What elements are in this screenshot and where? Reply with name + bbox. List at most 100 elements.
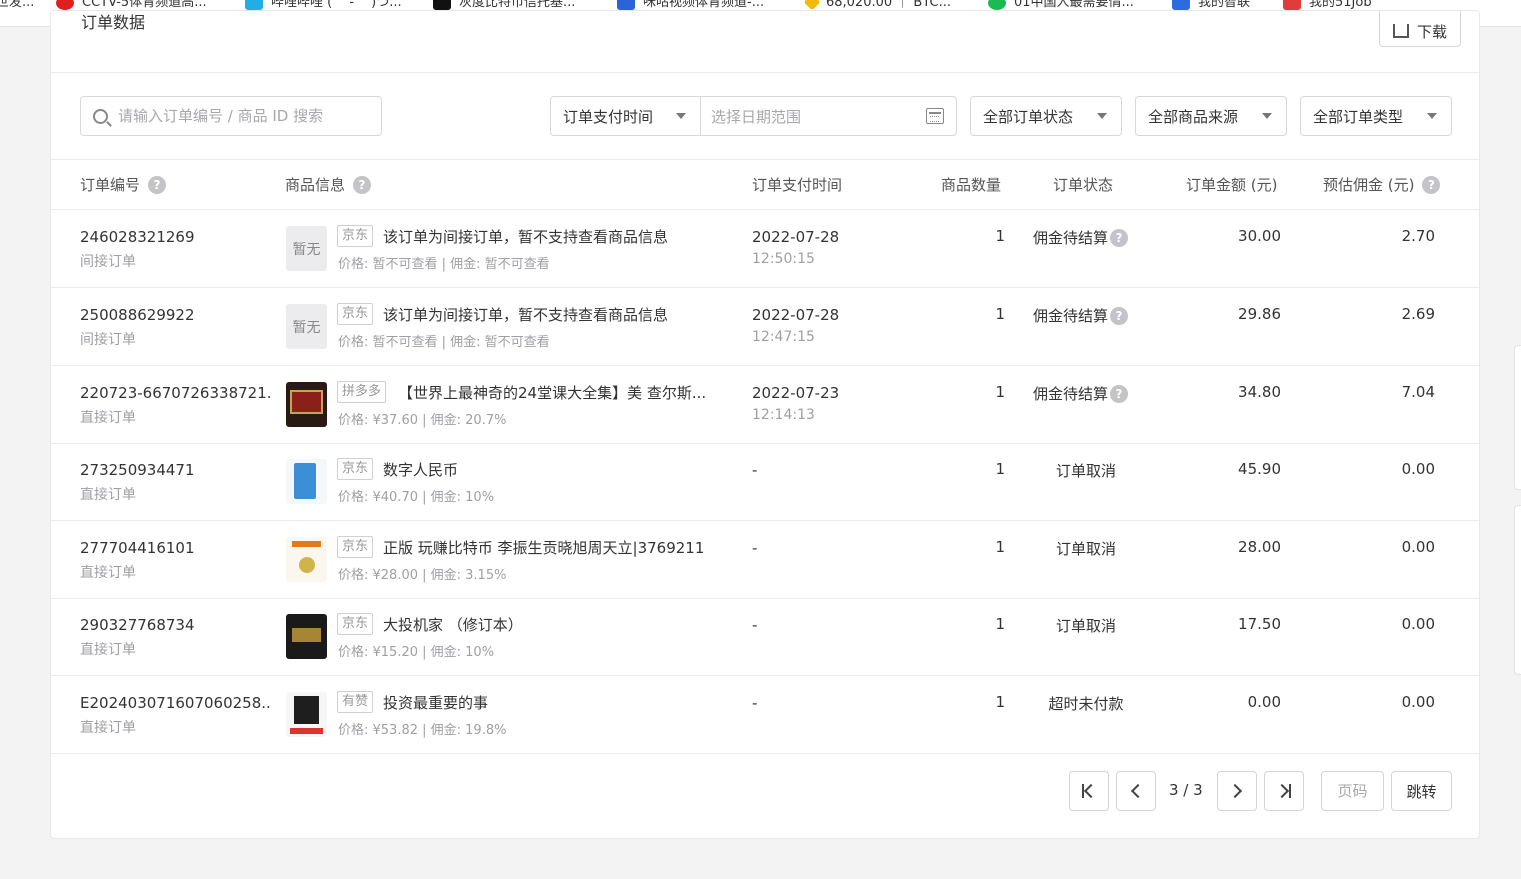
source-tag: 拼多多 [337,381,387,403]
col-label: 订单支付时间 [752,176,843,194]
estimated-commission: 0.00 [1401,538,1435,556]
bookmark-label: 我的51Job [1309,0,1372,10]
order-id: 290327768734 [80,616,195,634]
quantity: 1 [995,305,1005,323]
product-thumbnail: 暂无 [286,304,327,349]
table-row: E202403071607060258... 直接订单 有赞 投资最重要的事 价… [51,676,1479,754]
product-name[interactable]: 投资最重要的事 [383,692,703,714]
caret-down-icon [1097,113,1107,119]
next-page-button[interactable] [1217,771,1257,811]
pay-time: 12:14:13 [752,407,815,423]
col-pay-time: 订单支付时间 [752,160,842,210]
col-commission: 预估佣金 (元) ? [1323,160,1441,210]
order-type: 直接订单 [80,487,136,503]
page-indicator: 3 / 3 [1169,781,1203,799]
source-tag: 京东 [337,536,374,558]
quantity: 1 [995,615,1005,633]
col-label: 商品信息 [285,176,346,194]
product-name[interactable]: 大投机家 （修订本） [383,614,703,636]
status-label: 佣金待结算 [1033,385,1109,403]
help-icon[interactable]: ? [1110,384,1129,403]
first-page-button[interactable] [1069,771,1109,811]
product-price: 价格: ¥28.00 | 佣金: 3.15% [338,568,507,583]
date-range-picker[interactable]: 选择日期范围 [701,97,956,135]
order-id: 246028321269 [80,228,195,246]
order-type-select[interactable]: 全部订单类型 [1300,96,1452,136]
jump-button[interactable]: 跳转 [1391,771,1452,811]
last-page-button[interactable] [1264,771,1304,811]
estimated-commission: 2.70 [1401,227,1435,245]
pay-date: 2022-07-28 [752,306,840,324]
table-row: 273250934471 直接订单 京东 数字人民币 价格: ¥40.70 | … [51,443,1479,521]
pay-date: 2022-07-23 [752,384,840,402]
grayscale-icon [433,0,451,10]
quantity: 1 [995,227,1005,245]
product-thumbnail [286,614,327,659]
status-label: 超时未付款 [1048,695,1124,713]
product-price: 价格: ¥53.82 | 佣金: 19.8% [338,723,507,738]
help-icon[interactable]: ? [1110,306,1129,325]
chevron-left-icon [1083,783,1099,799]
col-product-info: 商品信息 ? [285,160,372,210]
col-label: 商品数量 [941,176,1002,194]
pay-time: 12:47:15 [752,329,815,345]
zhaopin-icon [1172,0,1190,10]
estimated-commission: 7.04 [1401,383,1435,401]
search-box[interactable] [80,96,382,136]
quantity: 1 [995,538,1005,556]
product-price: 价格: 暂不可查看 | 佣金: 暂不可查看 [338,257,550,272]
caret-down-icon [1427,113,1437,119]
pay-date: - [752,694,758,712]
help-icon[interactable]: ? [1110,228,1129,247]
product-price: 价格: ¥37.60 | 佣金: 20.7% [338,413,507,428]
product-name[interactable]: 【世界上最神奇的24堂课大全集】美 查尔斯... [398,382,726,404]
pay-time: 12:50:15 [752,251,815,267]
status-label: 订单取消 [1055,462,1116,480]
search-input[interactable] [118,107,368,125]
bookmark-label: 我的智联 [1198,0,1251,10]
help-icon[interactable]: ? [1422,176,1441,194]
estimated-commission: 0.00 [1401,693,1435,711]
product-name[interactable]: 正版 玩赚比特币 李振生贡晓旭周天立|3769211 [383,537,723,559]
help-icon[interactable]: ? [148,176,167,194]
col-quantity: 商品数量 [941,160,1001,210]
help-icon[interactable]: ? [353,176,372,194]
chevron-right-icon [1227,783,1243,799]
table-row: 277704416101 直接订单 京东 正版 玩赚比特币 李振生贡晓旭周天立|… [51,521,1479,599]
calendar-icon [926,108,944,124]
status-cell: 佣金待结算? [1033,305,1133,326]
product-name[interactable]: 数字人民币 [383,459,703,481]
product-thumbnail [286,537,327,582]
order-id: E202403071607060258... [80,694,270,712]
bookmark-label: 68,020.00 ｜ BTC... [826,0,951,10]
product-source-label: 全部商品来源 [1148,107,1239,126]
bookmark-label: 01中国人最需要情... [1014,0,1134,10]
page-number-input[interactable] [1321,771,1384,811]
side-floating-tab[interactable] [1514,505,1521,675]
bookmark-item[interactable]: 世发... [0,0,34,14]
estimated-commission: 2.69 [1401,305,1435,323]
col-label: 预估佣金 (元) [1323,176,1415,194]
quantity: 1 [995,383,1005,401]
download-button[interactable]: 下载 [1379,11,1461,47]
order-id: 220723-6670726338721... [80,384,270,402]
order-status-select[interactable]: 全部订单状态 [970,96,1122,136]
prev-page-button[interactable] [1116,771,1156,811]
order-amount: 45.90 [1238,460,1281,478]
bookmark-label: CCTV-5体育频道高... [82,0,207,10]
pay-date: 2022-07-28 [752,228,840,246]
date-type-select[interactable]: 订单支付时间 [551,97,701,135]
caret-down-icon [1262,113,1272,119]
cctv-icon [56,0,74,10]
status-label: 佣金待结算 [1033,307,1109,325]
quantity: 1 [995,460,1005,478]
order-id: 277704416101 [80,539,195,557]
divider [51,72,1479,73]
pay-date: - [752,616,758,634]
product-thumbnail [286,692,327,737]
product-source-select[interactable]: 全部商品来源 [1135,96,1287,136]
product-thumbnail [286,382,327,427]
col-order-id: 订单编号 ? [80,160,167,210]
binance-icon [803,0,821,11]
side-floating-tab[interactable] [1514,345,1521,490]
